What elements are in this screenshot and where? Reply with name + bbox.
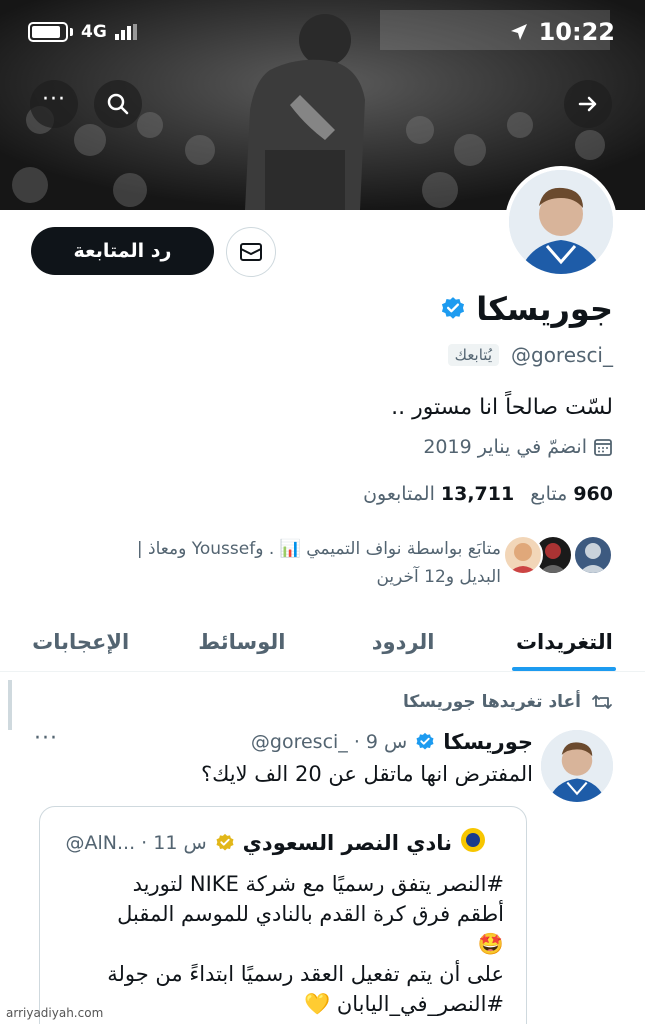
gold-verified-badge-icon xyxy=(216,833,234,850)
quoted-tweet[interactable]: نادي النصر السعودي @AlN... · 11 س #النصر… xyxy=(39,806,527,1024)
profile-avatar[interactable] xyxy=(505,166,617,278)
watermark: arriyadiyah.com xyxy=(6,1006,104,1020)
retweeted-by-text: أعاد تغريدها جوريسكا xyxy=(403,692,581,712)
follow-counts: 960 متابع 13,711 المتابعون xyxy=(363,483,613,505)
tab-tweets[interactable]: التغريدات xyxy=(484,612,645,671)
followers-count-link[interactable]: 13,711 المتابعون xyxy=(363,483,514,505)
followed-by-line-2: البديل و12 آخرين xyxy=(376,567,501,587)
retweet-context[interactable]: أعاد تغريدها جوريسكا xyxy=(403,692,613,712)
follows-you-badge: يُتابعك xyxy=(447,344,499,366)
quoted-tweet-header: نادي النصر السعودي @AlN... · 11 س xyxy=(66,827,486,858)
forward-arrow-icon xyxy=(578,96,597,112)
profile-bio: لسّت صالحاً انا مستور .. xyxy=(391,395,613,420)
tab-media[interactable]: الوسائط xyxy=(161,612,322,671)
envelope-icon xyxy=(240,243,262,261)
profile-tabs: التغريدات الردود الوسائط الإعجابات xyxy=(0,612,645,672)
profile-handle-row: @goresci_ يُتابعك xyxy=(447,343,613,367)
profile-name: جوريسكا xyxy=(476,290,613,328)
more-icon: ··· xyxy=(42,87,66,112)
quoted-line-5: #النصر_في_اليابان 💛 xyxy=(304,992,504,1016)
back-button[interactable] xyxy=(564,80,612,128)
quoted-author-name: نادي النصر السعودي xyxy=(242,830,452,855)
profile-handle: @goresci_ xyxy=(511,343,613,367)
tab-replies[interactable]: الردود xyxy=(323,612,484,671)
verified-badge-icon xyxy=(442,297,465,319)
avatar xyxy=(503,535,543,575)
quoted-author-avatar xyxy=(460,827,486,858)
following-count-link[interactable]: 960 متابع xyxy=(530,483,613,505)
joined-date: انضمّ في يناير 2019 xyxy=(423,436,613,458)
network-label: 4G xyxy=(81,22,107,42)
quoted-line-3: 🤩 xyxy=(477,932,504,956)
verified-badge-icon xyxy=(416,732,434,750)
quoted-handle-time: @AlN... · 11 س xyxy=(65,831,207,854)
tweet-author-avatar[interactable] xyxy=(541,730,613,802)
clock: 10:22 xyxy=(538,18,615,46)
battery-icon xyxy=(28,22,68,42)
search-icon xyxy=(107,93,129,115)
followed-by-line-1: متابَع بواسطة نواف التميمي 📊 . وYoussef … xyxy=(136,539,501,559)
followers-you-know-avatars xyxy=(503,535,613,575)
calendar-icon xyxy=(594,439,612,456)
more-button[interactable]: ··· xyxy=(30,80,78,128)
followed-by-row[interactable]: متابَع بواسطة نواف التميمي 📊 . وYoussef … xyxy=(61,535,613,591)
location-arrow-icon xyxy=(510,24,527,40)
following-label: متابع xyxy=(530,483,568,505)
tweet-text: المفترض انها ماتقل عن 20 الف لايك؟ xyxy=(200,762,533,786)
thread-line xyxy=(0,680,12,730)
status-bar: 4G 10:22 xyxy=(0,18,645,50)
quoted-line-4: على أن يتم تفعيل العقد رسميًا ابتداءً من… xyxy=(107,962,504,986)
tweet-author-name[interactable]: جوريسكا xyxy=(443,730,533,754)
followers-count: 13,711 xyxy=(440,483,515,505)
signal-icon xyxy=(114,24,137,40)
joined-text: انضمّ في يناير 2019 xyxy=(423,436,587,458)
search-button[interactable] xyxy=(94,80,142,128)
quoted-line-1: #النصر يتفق رسميًا مع شركة NIKE لتوريد xyxy=(132,872,504,896)
message-button[interactable] xyxy=(226,227,276,277)
follow-back-button[interactable]: رد المتابعة xyxy=(31,227,214,275)
avatar-photo xyxy=(509,170,613,274)
tweet-handle-time: @goresci_ · 9 س xyxy=(250,731,408,753)
avatar-photo xyxy=(541,730,613,802)
tweet-header: جوريسكا @goresci_ · 9 س xyxy=(251,730,533,754)
followers-label: المتابعون xyxy=(363,483,435,505)
following-count: 960 xyxy=(573,483,613,505)
avatar xyxy=(573,535,613,575)
retweet-icon xyxy=(592,695,612,709)
followed-by-text: متابَع بواسطة نواف التميمي 📊 . وYoussef … xyxy=(61,535,501,591)
quoted-line-2: أطقم فرق كرة القدم بالنادي للموسم المقبل xyxy=(117,902,504,926)
profile-name-row: جوريسكا xyxy=(440,290,613,328)
tab-likes[interactable]: الإعجابات xyxy=(0,612,161,671)
tweet-more-icon[interactable]: ··· xyxy=(34,726,58,751)
quoted-tweet-text: #النصر يتفق رسميًا مع شركة NIKE لتوريد أ… xyxy=(64,869,504,1019)
